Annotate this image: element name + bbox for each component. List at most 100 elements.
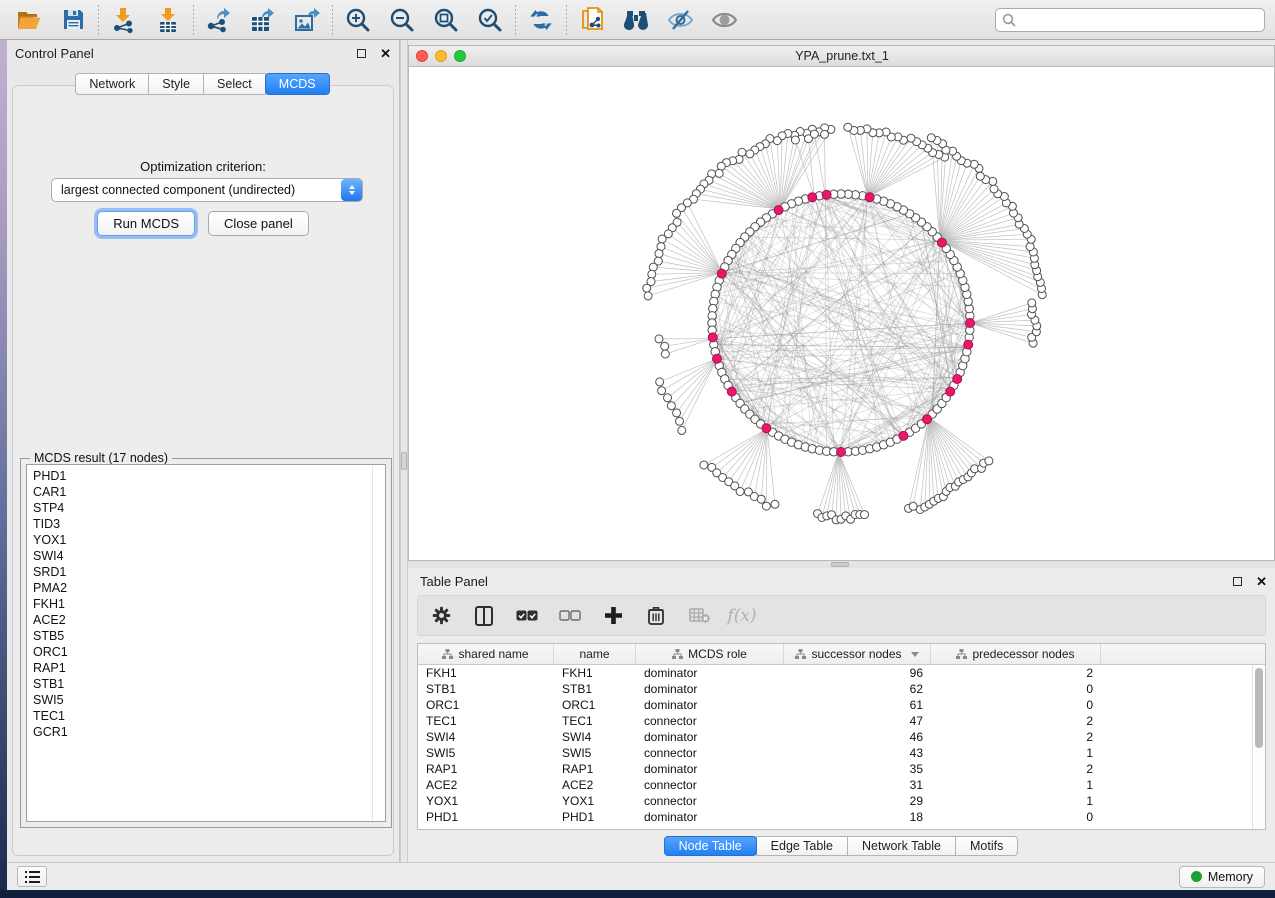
function-builder-button[interactable]: f(x) <box>729 602 755 630</box>
mcds-list-item[interactable]: FKH1 <box>33 596 385 612</box>
table-row[interactable]: ORC1ORC1dominator610 <box>418 697 1252 713</box>
memory-button[interactable]: Memory <box>1179 866 1265 888</box>
search-input[interactable] <box>1020 13 1258 27</box>
mcds-list-item[interactable]: STB5 <box>33 628 385 644</box>
mcds-list-item[interactable]: ACE2 <box>33 612 385 628</box>
show-hide-graphics-button[interactable] <box>661 3 699 37</box>
tab-network-table[interactable]: Network Table <box>847 836 956 856</box>
table-body[interactable]: FKH1FKH1dominator962STB1STB1dominator620… <box>418 665 1252 829</box>
tab-mcds[interactable]: MCDS <box>265 73 330 95</box>
org-chart-icon <box>442 649 453 660</box>
mcds-list-item[interactable]: STP4 <box>33 500 385 516</box>
search-box[interactable] <box>995 8 1265 32</box>
refresh-button[interactable] <box>522 3 560 37</box>
table-cell-filler <box>1101 729 1252 745</box>
mcds-list-item[interactable]: TID3 <box>33 516 385 532</box>
deselect-all-button[interactable] <box>557 602 583 630</box>
column-header-successor-nodes[interactable]: successor nodes <box>784 644 931 664</box>
mcds-list-item[interactable]: SWI4 <box>33 548 385 564</box>
criterion-dropdown[interactable]: largest connected component (undirected) <box>51 178 363 202</box>
export-network-button[interactable] <box>200 3 238 37</box>
tab-style[interactable]: Style <box>148 73 204 95</box>
find-button[interactable] <box>617 3 655 37</box>
criterion-value: largest connected component (undirected) <box>52 183 341 197</box>
mcds-list-item[interactable]: GCR1 <box>33 724 385 740</box>
mcds-result-list[interactable]: PHD1CAR1STP4TID3YOX1SWI4SRD1PMA2FKH1ACE2… <box>26 464 386 822</box>
node-table: shared name name MCDS role successor nod… <box>417 643 1266 830</box>
add-column-button[interactable] <box>600 602 626 630</box>
open-file-button[interactable] <box>10 3 48 37</box>
select-all-button[interactable] <box>514 602 540 630</box>
mcds-list-item[interactable]: YOX1 <box>33 532 385 548</box>
mcds-list-item[interactable]: STB1 <box>33 676 385 692</box>
table-row[interactable]: STB1STB1dominator620 <box>418 681 1252 697</box>
list-icon <box>25 871 40 883</box>
horizontal-splitter-grip[interactable] <box>831 562 849 567</box>
tab-node-table[interactable]: Node Table <box>664 836 757 856</box>
table-row[interactable]: ACE2ACE2connector311 <box>418 777 1252 793</box>
table-row[interactable]: YOX1YOX1connector291 <box>418 793 1252 809</box>
zoom-selected-button[interactable] <box>471 3 509 37</box>
zoom-fit-button[interactable] <box>427 3 465 37</box>
table-cell: TEC1 <box>554 713 636 729</box>
horizontal-splitter[interactable] <box>408 561 1275 568</box>
clone-network-button[interactable] <box>573 3 611 37</box>
table-cell-filler <box>1101 761 1252 777</box>
splitter-grip[interactable] <box>401 452 407 470</box>
close-panel-button[interactable]: Close panel <box>208 211 309 236</box>
mcds-list-item[interactable]: SRD1 <box>33 564 385 580</box>
delete-column-button[interactable] <box>643 602 669 630</box>
table-row[interactable]: TEC1TEC1connector472 <box>418 713 1252 729</box>
task-history-button[interactable] <box>17 866 47 887</box>
network-nodes[interactable] <box>708 190 975 457</box>
run-mcds-button[interactable]: Run MCDS <box>97 211 195 236</box>
network-window-titlebar[interactable]: YPA_prune.txt_1 <box>409 46 1274 67</box>
export-image-button[interactable] <box>288 3 326 37</box>
network-canvas[interactable] <box>409 67 1274 560</box>
preview-button[interactable] <box>705 3 743 37</box>
tab-motifs[interactable]: Motifs <box>955 836 1018 856</box>
float-panel-icon[interactable] <box>357 49 366 58</box>
mcds-list-item[interactable]: PMA2 <box>33 580 385 596</box>
mcds-list-item[interactable]: TEC1 <box>33 708 385 724</box>
main-toolbar <box>0 0 1275 40</box>
panel-splitter[interactable] <box>400 40 408 862</box>
table-settings-button[interactable] <box>428 602 454 630</box>
window-close-icon[interactable] <box>416 50 428 62</box>
table-row[interactable]: SWI4SWI4dominator462 <box>418 729 1252 745</box>
float-table-panel-icon[interactable] <box>1233 577 1242 586</box>
table-scrollbar[interactable] <box>1252 665 1265 829</box>
mcds-list-item[interactable]: RAP1 <box>33 660 385 676</box>
export-table-button[interactable] <box>244 3 282 37</box>
zoom-out-button[interactable] <box>383 3 421 37</box>
tab-select[interactable]: Select <box>203 73 266 95</box>
import-network-button[interactable] <box>105 3 143 37</box>
close-panel-icon[interactable]: ✕ <box>380 47 391 60</box>
import-table-button[interactable] <box>149 3 187 37</box>
column-header-predecessor-nodes[interactable]: predecessor nodes <box>931 644 1101 664</box>
mcds-list-item[interactable]: ORC1 <box>33 644 385 660</box>
zoom-in-button[interactable] <box>339 3 377 37</box>
table-row[interactable]: SWI5SWI5connector431 <box>418 745 1252 761</box>
column-header-shared-name[interactable]: shared name <box>418 644 554 664</box>
mcds-list-item[interactable]: SWI5 <box>33 692 385 708</box>
column-header-name[interactable]: name <box>554 644 636 664</box>
table-cell: 31 <box>784 777 931 793</box>
table-cell: STB1 <box>418 681 554 697</box>
mcds-list-item[interactable]: CAR1 <box>33 484 385 500</box>
save-button[interactable] <box>54 3 92 37</box>
table-cell: 61 <box>784 697 931 713</box>
table-row[interactable]: PHD1PHD1dominator180 <box>418 809 1252 825</box>
close-table-panel-icon[interactable]: ✕ <box>1256 575 1267 588</box>
tab-network[interactable]: Network <box>75 73 149 95</box>
table-row[interactable]: RAP1RAP1dominator352 <box>418 761 1252 777</box>
show-columns-button[interactable] <box>471 602 497 630</box>
desktop: Control Panel ✕ Optimization criterion: … <box>0 0 1275 898</box>
gear-icon <box>432 606 451 625</box>
table-row[interactable]: FKH1FKH1dominator962 <box>418 665 1252 681</box>
table-scrollbar-thumb[interactable] <box>1255 668 1263 748</box>
delete-table-button[interactable] <box>686 602 712 630</box>
column-header-mcds-role[interactable]: MCDS role <box>636 644 784 664</box>
tab-edge-table[interactable]: Edge Table <box>756 836 848 856</box>
mcds-list-item[interactable]: PHD1 <box>33 468 385 484</box>
